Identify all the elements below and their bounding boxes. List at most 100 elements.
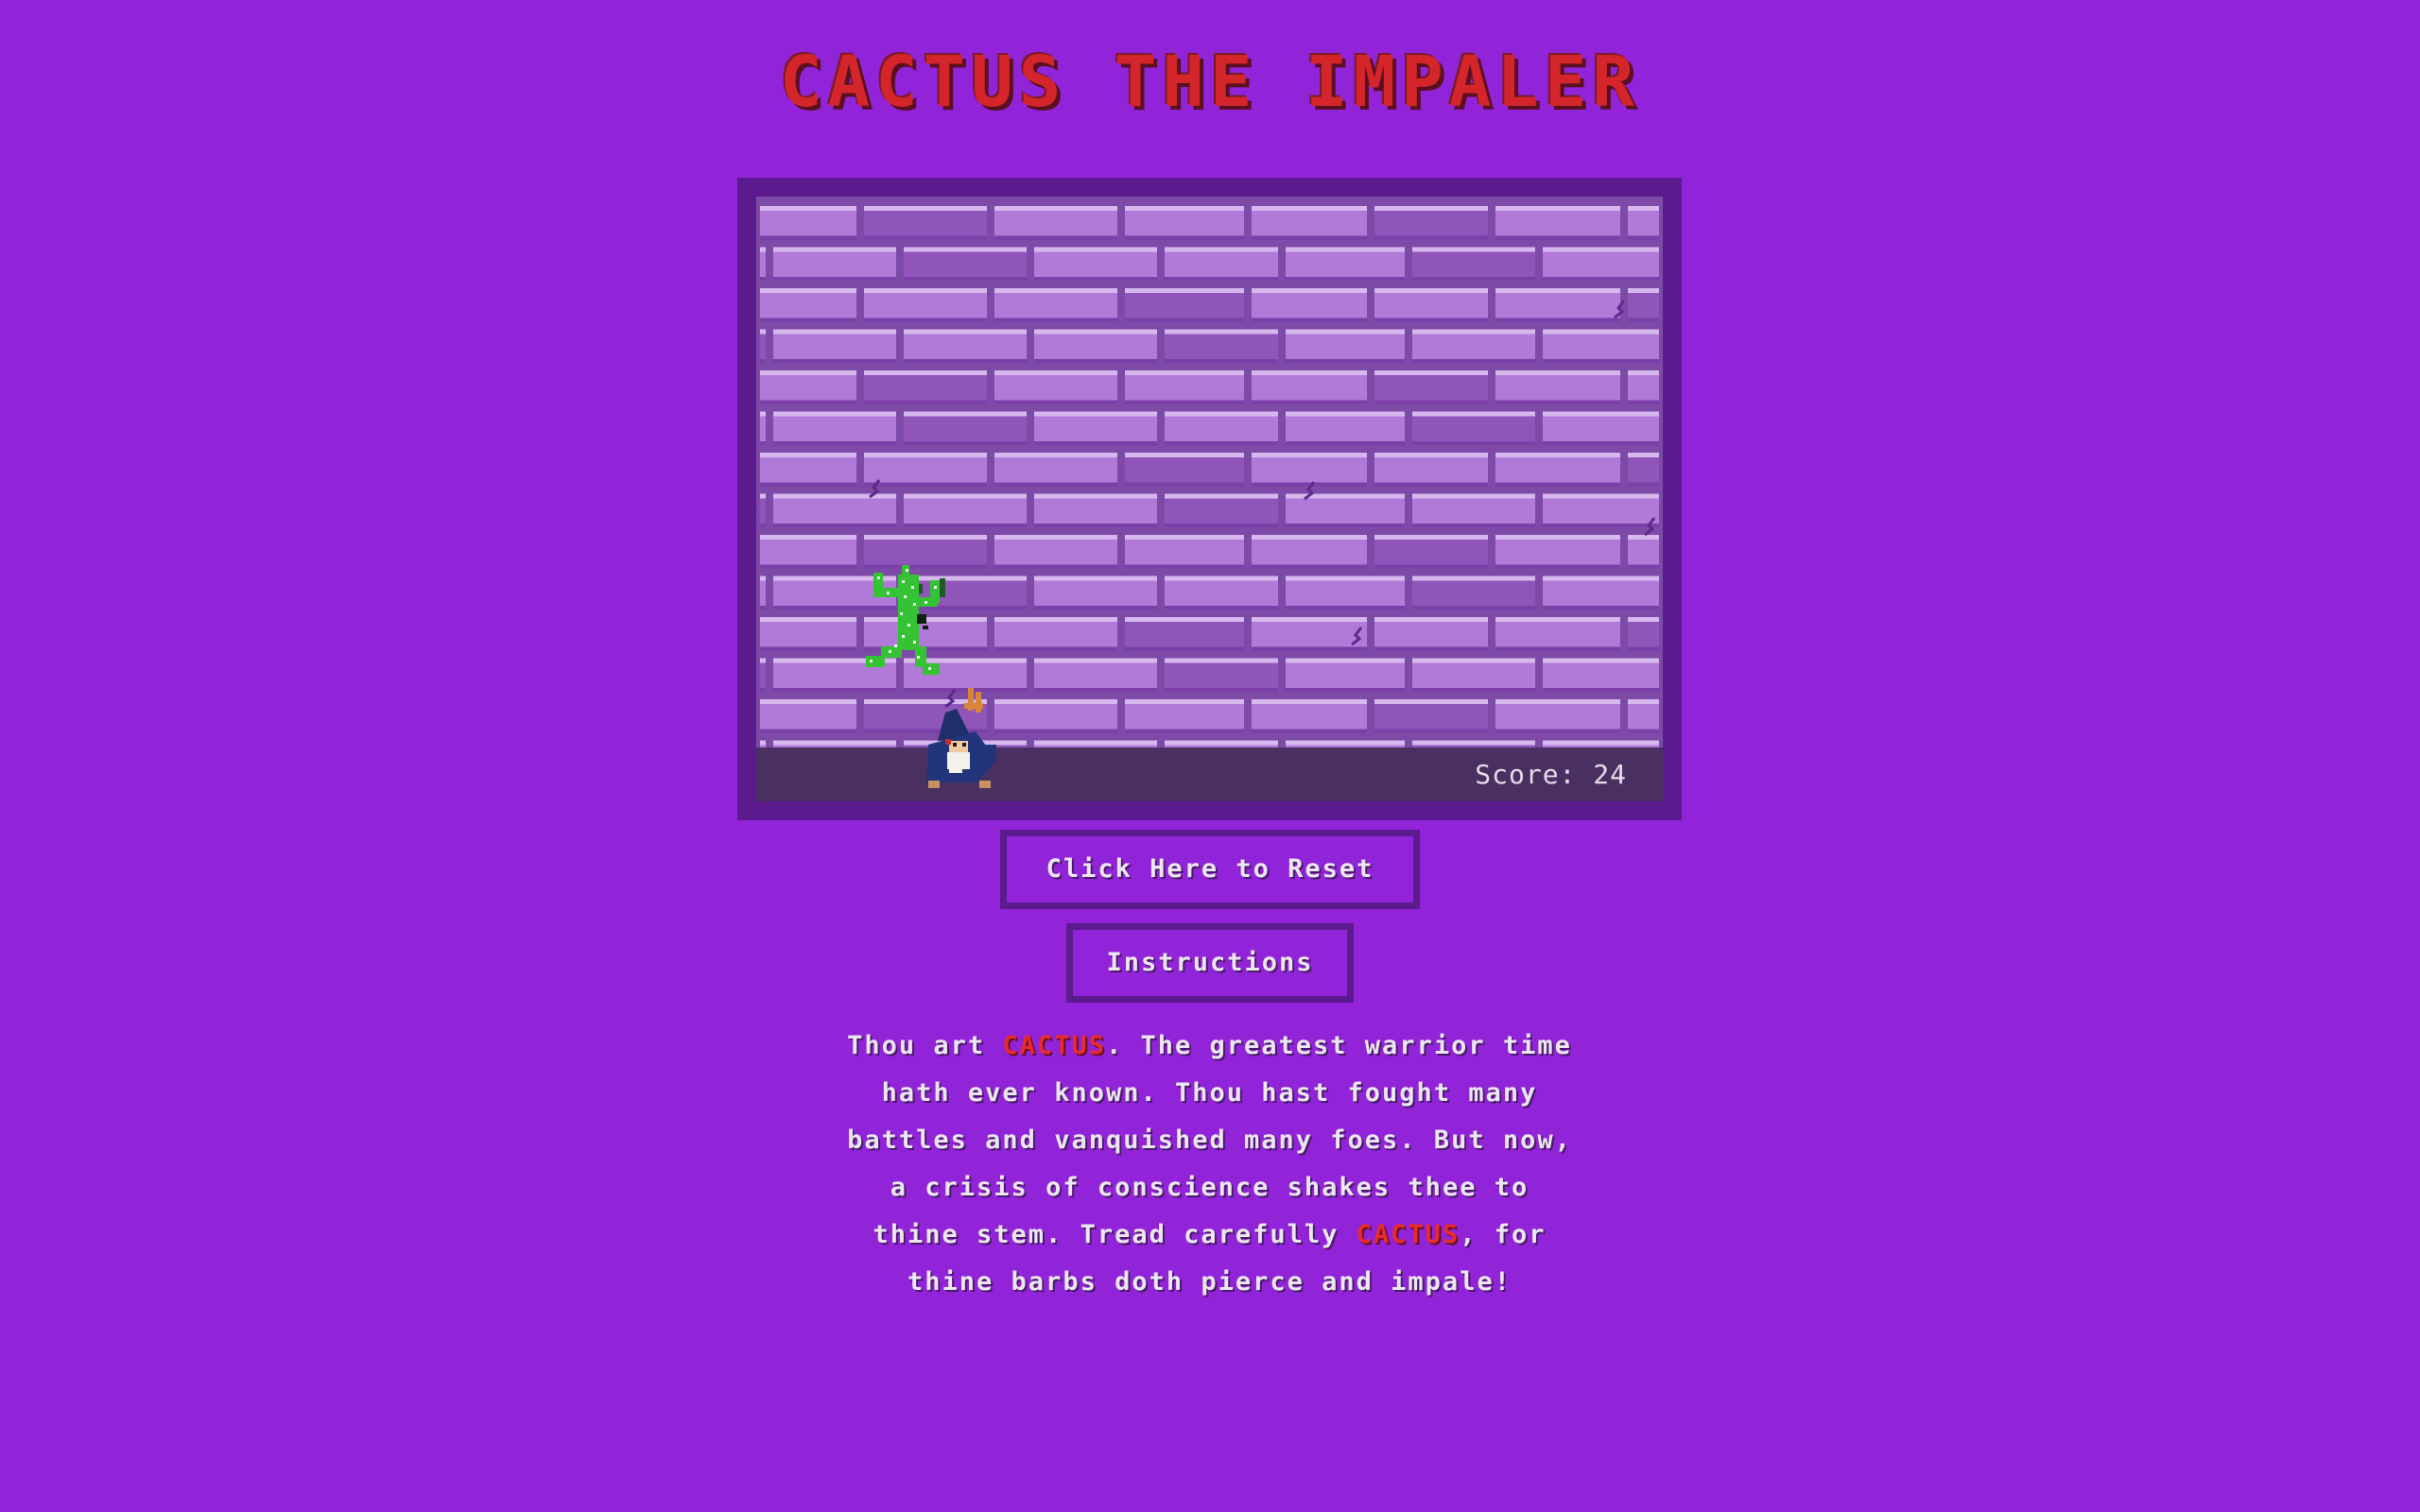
brick bbox=[760, 453, 856, 487]
brick bbox=[1252, 617, 1367, 651]
brick-shadow bbox=[760, 524, 766, 527]
brick-highlight bbox=[994, 453, 1117, 457]
brick bbox=[1125, 453, 1244, 487]
brick-shadow bbox=[1165, 359, 1278, 363]
brick-shadow bbox=[904, 359, 1027, 363]
brick-highlight bbox=[1125, 699, 1244, 704]
brick bbox=[1252, 370, 1367, 404]
brick-highlight bbox=[1034, 658, 1157, 663]
brick-shadow bbox=[760, 688, 766, 692]
brick-highlight bbox=[1252, 453, 1367, 457]
brick-shadow bbox=[1125, 400, 1244, 404]
story-fragment: battles and vanquished many foes. But no… bbox=[847, 1125, 1572, 1155]
brick-shadow bbox=[1374, 482, 1488, 487]
brick bbox=[1034, 658, 1157, 692]
brick-shadow bbox=[760, 235, 856, 240]
brick-shadow bbox=[1286, 277, 1405, 281]
brick-shadow bbox=[864, 482, 987, 487]
brick-shadow bbox=[1628, 318, 1659, 322]
story-line: thine stem. Tread carefully CACTUS, for bbox=[737, 1211, 1682, 1259]
brick-shadow bbox=[1034, 441, 1157, 445]
brick-shadow bbox=[1252, 482, 1367, 487]
brick-shadow bbox=[773, 524, 896, 527]
brick-shadow bbox=[1286, 688, 1405, 692]
brick-shadow bbox=[864, 318, 987, 322]
brick bbox=[1628, 699, 1659, 733]
brick-shadow bbox=[1286, 606, 1405, 610]
brick-highlight bbox=[1543, 493, 1659, 499]
brick bbox=[1125, 535, 1244, 569]
brick-highlight bbox=[1252, 617, 1367, 622]
brick bbox=[1412, 247, 1535, 281]
brick bbox=[1286, 411, 1405, 445]
brick-highlight bbox=[1165, 658, 1278, 663]
brick bbox=[760, 288, 856, 322]
brick-shadow bbox=[1252, 646, 1367, 651]
story-line: a crisis of conscience shakes thee to bbox=[737, 1164, 1682, 1211]
brick bbox=[1628, 617, 1659, 651]
brick-highlight bbox=[1495, 453, 1620, 457]
brick-shadow bbox=[1252, 400, 1367, 404]
brick-shadow bbox=[1543, 606, 1659, 610]
brick-shadow bbox=[760, 482, 856, 487]
brick bbox=[1374, 288, 1488, 322]
brick-highlight bbox=[904, 247, 1027, 252]
brick bbox=[760, 329, 766, 363]
brick-highlight bbox=[1252, 206, 1367, 211]
game-title: CACTUS THE IMPALER bbox=[780, 42, 1640, 123]
brick bbox=[1252, 453, 1367, 487]
brick-highlight bbox=[1543, 740, 1659, 746]
brick-shadow bbox=[1543, 688, 1659, 692]
brick-highlight bbox=[904, 493, 1027, 499]
reset-button[interactable]: Click Here to Reset bbox=[1000, 830, 1420, 909]
instructions-button[interactable]: Instructions bbox=[1066, 923, 1354, 1003]
brick-highlight bbox=[760, 658, 766, 663]
brick-shadow bbox=[760, 646, 856, 651]
brick-highlight bbox=[1628, 617, 1659, 622]
brick-shadow bbox=[1412, 277, 1535, 281]
brick-shadow bbox=[1543, 441, 1659, 445]
brick bbox=[1034, 247, 1157, 281]
brick-highlight bbox=[994, 535, 1117, 540]
brick-highlight bbox=[760, 535, 856, 540]
brick-shadow bbox=[1125, 318, 1244, 322]
brick-highlight bbox=[1374, 206, 1488, 211]
brick-shadow bbox=[760, 606, 766, 610]
brick-highlight bbox=[760, 329, 766, 335]
brick bbox=[994, 535, 1117, 569]
brick bbox=[1412, 329, 1535, 363]
brick bbox=[760, 576, 766, 610]
brick-highlight bbox=[1252, 288, 1367, 293]
brick-shadow bbox=[1543, 359, 1659, 363]
brick-highlight bbox=[1412, 576, 1535, 581]
brick-shadow bbox=[760, 441, 766, 445]
brick-highlight bbox=[1286, 658, 1405, 663]
brick-highlight bbox=[1495, 699, 1620, 704]
brick bbox=[904, 493, 1027, 527]
brick bbox=[994, 206, 1117, 240]
brick bbox=[1252, 535, 1367, 569]
brick-shadow bbox=[1034, 688, 1157, 692]
brick-shadow bbox=[994, 400, 1117, 404]
brick-highlight bbox=[773, 740, 896, 746]
brick-shadow bbox=[773, 688, 896, 692]
brick bbox=[760, 699, 856, 733]
cactus-highlight: CACTUS bbox=[1356, 1220, 1461, 1249]
game-canvas[interactable]: Score: 24 bbox=[756, 197, 1663, 801]
brick-shadow bbox=[760, 729, 856, 733]
brick-shadow bbox=[760, 564, 856, 569]
brick-highlight bbox=[1034, 247, 1157, 252]
brick-shadow bbox=[1628, 646, 1659, 651]
story-line: battles and vanquished many foes. But no… bbox=[737, 1117, 1682, 1164]
brick bbox=[1374, 453, 1488, 487]
brick bbox=[760, 206, 856, 240]
brick-highlight bbox=[773, 247, 896, 252]
brick bbox=[864, 453, 987, 487]
brick-shadow bbox=[994, 646, 1117, 651]
brick bbox=[1165, 576, 1278, 610]
brick bbox=[1628, 535, 1659, 569]
brick-shadow bbox=[1412, 441, 1535, 445]
brick bbox=[1543, 329, 1659, 363]
brick bbox=[1034, 329, 1157, 363]
brick bbox=[773, 329, 896, 363]
